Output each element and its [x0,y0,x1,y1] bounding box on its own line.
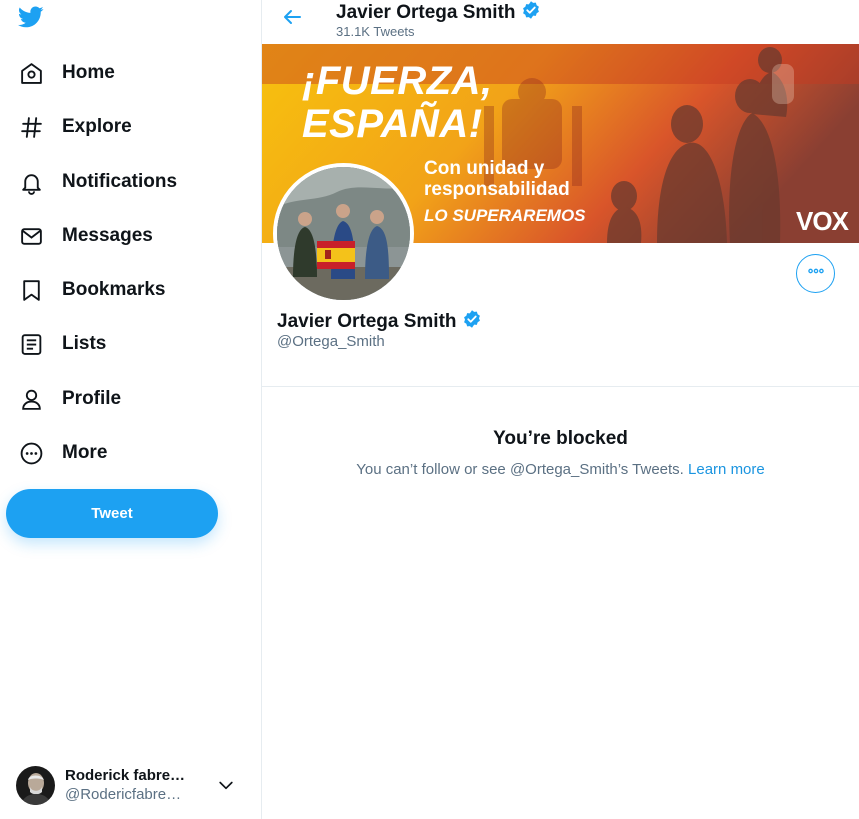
more-options-button[interactable] [796,254,835,293]
banner-line-2: responsabilidad [424,179,570,200]
banner-headline: ¡FUERZA, ESPAÑA! [302,59,493,146]
profile-handle: @Ortega_Smith [277,333,385,350]
blocked-message-text: You can’t follow or see @Ortega_Smith’s … [356,461,684,478]
ellipsis-icon [806,261,826,286]
account-handle: @Rodericfabre… [65,786,182,803]
tweet-count: 31.1K Tweets [336,24,415,39]
verified-badge-icon [521,0,541,26]
sidebar-item-notifications[interactable]: Notifications [8,160,187,204]
list-icon [18,331,44,357]
vox-logo: VOX [796,206,849,236]
header-title: Javier Ortega Smith [336,0,541,26]
sidebar-item-label: More [62,442,108,463]
hashtag-icon [18,114,44,140]
profile-name-row: Javier Ortega Smith [277,309,482,335]
sidebar-item-messages[interactable]: Messages [8,214,163,258]
envelope-icon [18,223,44,249]
sidebar-item-more[interactable]: More [8,431,117,475]
twitter-bird-icon[interactable] [16,4,46,30]
bell-icon [18,169,44,195]
profile-header-bar: Javier Ortega Smith 31.1K Tweets [262,0,859,44]
sidebar-item-profile[interactable]: Profile [8,377,131,421]
sidebar-item-lists[interactable]: Lists [8,322,116,366]
learn-more-link[interactable]: Learn more [688,461,765,478]
profile-name: Javier Ortega Smith [277,311,457,332]
profile-column: Javier Ortega Smith 31.1K Tweets ¡FUERZA… [262,0,859,819]
banner-subtitle: Con unidad y responsabilidad [424,158,570,200]
header-name: Javier Ortega Smith [336,2,516,23]
sidebar-item-label: Profile [62,388,122,409]
account-name: Roderick fabre… [65,767,186,784]
sidebar-item-label: Lists [62,333,107,354]
banner-tagline: LO SUPERAREMOS [424,206,586,225]
divider [262,386,859,387]
back-arrow-icon[interactable] [280,5,304,29]
tweet-button[interactable]: Tweet [6,489,218,538]
person-icon [18,386,44,412]
sidebar-item-bookmarks[interactable]: Bookmarks [8,268,176,312]
account-names: Roderick fabre… @Rodericfabre… [65,767,194,803]
sidebar-item-label: Home [62,62,115,83]
account-switcher[interactable]: Roderick fabre… @Rodericfabre… [8,758,244,812]
avatar [16,765,55,805]
sidebar-item-label: Explore [62,116,132,137]
profile-avatar[interactable] [273,163,414,304]
sidebar: Home Explore Notifications Messages Book… [0,0,262,819]
sidebar-item-label: Bookmarks [62,279,166,300]
sidebar-item-label: Messages [62,225,153,246]
more-circle-icon [18,440,44,466]
sidebar-item-home[interactable]: Home [8,51,125,95]
banner-line-1: Con unidad y [424,158,545,179]
sidebar-item-label: Notifications [62,171,178,192]
blocked-title: You’re blocked [493,428,628,449]
sidebar-item-explore[interactable]: Explore [8,105,142,149]
blocked-message: You can’t follow or see @Ortega_Smith’s … [262,461,859,478]
bookmark-icon [18,277,44,303]
verified-badge-icon [462,309,482,335]
home-icon [18,60,44,86]
chevron-down-icon[interactable] [216,775,236,795]
